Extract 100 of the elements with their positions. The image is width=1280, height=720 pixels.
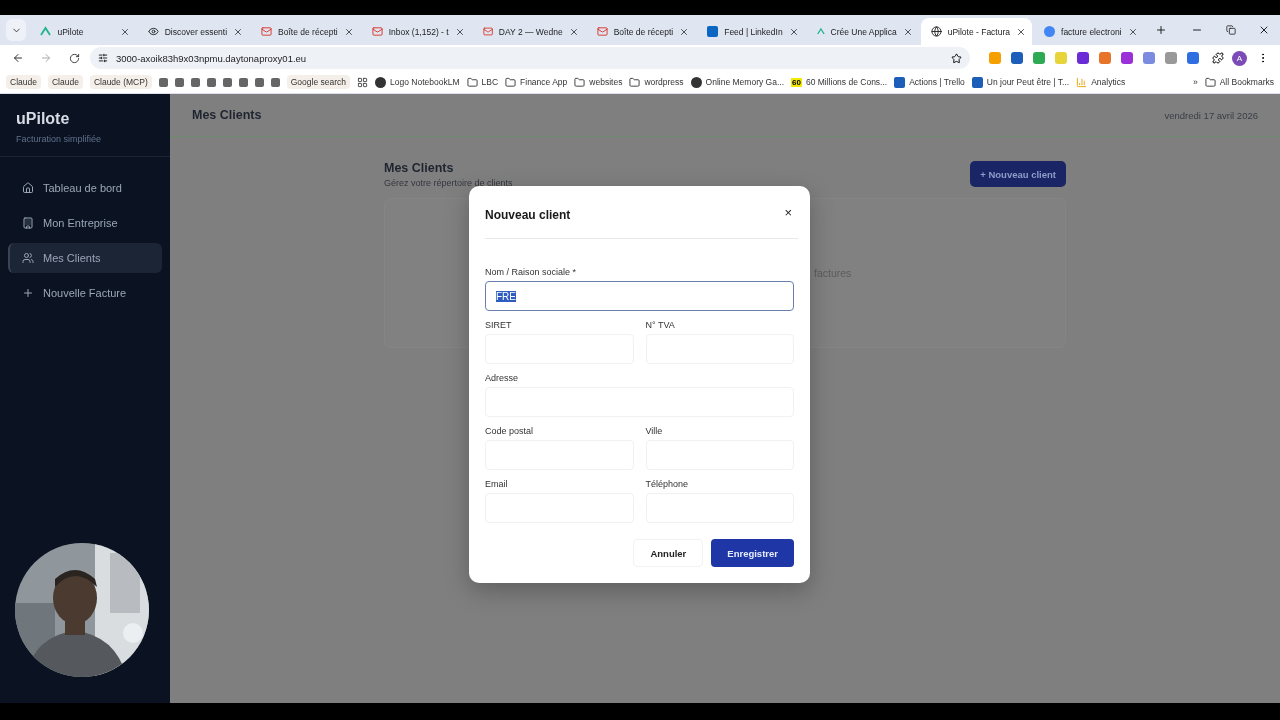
extension-icon[interactable] xyxy=(1121,52,1133,64)
nav-item[interactable]: Tableau de bord xyxy=(8,173,162,203)
bookmark-label: Un jour Peut être | T... xyxy=(986,77,1070,87)
dialog-title: Nouveau client xyxy=(485,208,571,222)
bookmark-label: Actions | Trello xyxy=(909,77,965,87)
more-bookmarks[interactable]: » xyxy=(1192,77,1198,87)
bookmark[interactable]: 60 60 Millions de Cons... xyxy=(791,77,888,87)
bookmark[interactable]: Logo NotebookLM xyxy=(375,76,460,88)
bookmark-badge: 60 xyxy=(791,77,802,87)
bookmark[interactable]: Claude (MCP) xyxy=(89,75,152,89)
new-client-button[interactable]: + Nouveau client xyxy=(970,161,1066,187)
mail-icon xyxy=(371,26,383,37)
apps-icon[interactable] xyxy=(357,76,369,88)
bookmark-folder[interactable]: websites xyxy=(574,76,623,88)
bookmark-folder[interactable]: Finance App xyxy=(505,76,568,88)
folder-icon xyxy=(574,76,586,88)
tab-title: uPilote xyxy=(57,26,85,37)
bookmark-label: Finance App xyxy=(520,77,568,87)
board-icon xyxy=(971,76,983,88)
browser-tab[interactable]: Crée Une Applica xyxy=(806,18,919,45)
bookmark-label: All Bookmarks xyxy=(1219,77,1274,87)
cancel-button[interactable]: Annuler xyxy=(633,539,704,567)
nav-item[interactable]: Nouvelle Facture xyxy=(8,278,162,308)
field-label: Email xyxy=(485,479,509,489)
close-icon[interactable] xyxy=(902,26,913,37)
browser-tab[interactable]: Feed | LinkedIn xyxy=(697,18,805,45)
extension-icon[interactable] xyxy=(1033,52,1045,64)
browser-tab[interactable]: Boîte de récepti xyxy=(251,18,360,45)
current-date: vendredi 17 avril 2026 xyxy=(1164,109,1258,121)
browser-tab[interactable]: DAY 2 — Wedne xyxy=(472,18,585,45)
browser-tab[interactable]: uPilote - Factura xyxy=(920,18,1033,45)
google-icon xyxy=(1044,26,1056,37)
browser-tab[interactable]: facture electroni xyxy=(1034,18,1144,45)
extension-icon[interactable] xyxy=(1143,52,1155,64)
star-icon[interactable] xyxy=(951,52,962,64)
bookmark-folder[interactable]: All Bookmarks xyxy=(1204,76,1274,88)
browser-tab[interactable]: uPilote xyxy=(30,18,136,45)
extension-icon[interactable] xyxy=(1077,52,1089,64)
extension-icon[interactable] xyxy=(1187,52,1199,64)
address-bar[interactable]: 3000-axoik83h9x03npmu.daytonaproxy01.eu xyxy=(90,47,970,69)
bookmark[interactable]: Actions | Trello xyxy=(894,76,965,88)
bookmark[interactable]: Online Memory Ga... xyxy=(690,76,785,88)
home-icon xyxy=(22,182,34,194)
close-icon[interactable] xyxy=(568,26,579,37)
browser-tab[interactable]: Boîte de récepti xyxy=(586,18,696,45)
browser-tab[interactable]: Inbox (1,152) - t xyxy=(361,18,471,45)
close-icon[interactable] xyxy=(1016,26,1027,37)
bookmark-label: Online Memory Ga... xyxy=(705,77,785,87)
plus-icon xyxy=(22,287,34,299)
app-icon xyxy=(40,26,52,37)
site-icon xyxy=(375,76,387,88)
extension-icon[interactable] xyxy=(1011,52,1023,64)
field-label: Ville xyxy=(645,426,664,436)
extension-icon[interactable] xyxy=(1099,52,1111,64)
site-settings-icon[interactable] xyxy=(98,53,108,63)
nav-item[interactable]: Mes Clients xyxy=(8,243,162,273)
bookmark-label: websites xyxy=(589,77,623,87)
close-button[interactable]: × xyxy=(778,204,798,220)
close-icon[interactable] xyxy=(454,26,465,37)
tab-title: Boîte de récepti xyxy=(613,26,674,37)
bookmark-folder[interactable]: LBC xyxy=(466,76,499,88)
close-icon[interactable] xyxy=(679,26,690,37)
bookmark-label: 60 Millions de Cons... xyxy=(805,77,888,87)
new-tab-icon[interactable] xyxy=(1155,24,1168,36)
nav-item[interactable]: Mon Entreprise xyxy=(8,208,162,238)
profile-avatar[interactable]: A xyxy=(1232,50,1247,66)
folder-icon xyxy=(466,76,478,88)
bookmark-folder[interactable]: wordpress xyxy=(629,76,684,88)
tab-title: facture electroni xyxy=(1061,26,1122,37)
folder-icon xyxy=(1204,76,1216,88)
board-icon xyxy=(894,76,906,88)
tab-title: uPilote - Factura xyxy=(947,26,1011,37)
tab-title: Boîte de récepti xyxy=(278,26,338,37)
tab-title: Discover essenti xyxy=(164,26,228,37)
extensions-icon[interactable] xyxy=(1212,52,1224,64)
bookmark-label: wordpress xyxy=(644,77,684,87)
close-icon[interactable] xyxy=(343,26,354,37)
tab-title: Crée Une Applica xyxy=(830,26,897,37)
bookmark[interactable]: Claude xyxy=(47,75,83,89)
mail-icon xyxy=(482,26,493,37)
bookmark[interactable]: Claude xyxy=(6,75,41,89)
field-label: Nom / Raison sociale * xyxy=(485,267,578,277)
close-icon[interactable] xyxy=(119,26,130,37)
close-icon[interactable] xyxy=(1127,26,1138,37)
bookmark[interactable]: Analytics xyxy=(1076,76,1126,88)
bookmark[interactable]: Un jour Peut être | T... xyxy=(971,76,1070,88)
field-label: Adresse xyxy=(485,373,520,383)
bookmark[interactable]: Google search xyxy=(286,75,351,89)
browser-tab[interactable]: Discover essenti xyxy=(137,18,250,45)
field-label: SIRET xyxy=(485,320,513,330)
page-subtitle: Gérez votre répertoire de clients xyxy=(384,178,513,188)
close-icon[interactable] xyxy=(788,26,799,37)
input-field[interactable]: FRE xyxy=(485,281,794,311)
close-icon[interactable] xyxy=(233,26,244,37)
folder-icon xyxy=(505,76,517,88)
bookmark-label: Logo NotebookLM xyxy=(390,77,460,87)
extension-icon[interactable] xyxy=(1165,52,1177,64)
save-button[interactable]: Enregistrer xyxy=(711,539,794,567)
page-header-title: Mes Clients xyxy=(192,108,262,122)
folder-icon xyxy=(629,76,641,88)
